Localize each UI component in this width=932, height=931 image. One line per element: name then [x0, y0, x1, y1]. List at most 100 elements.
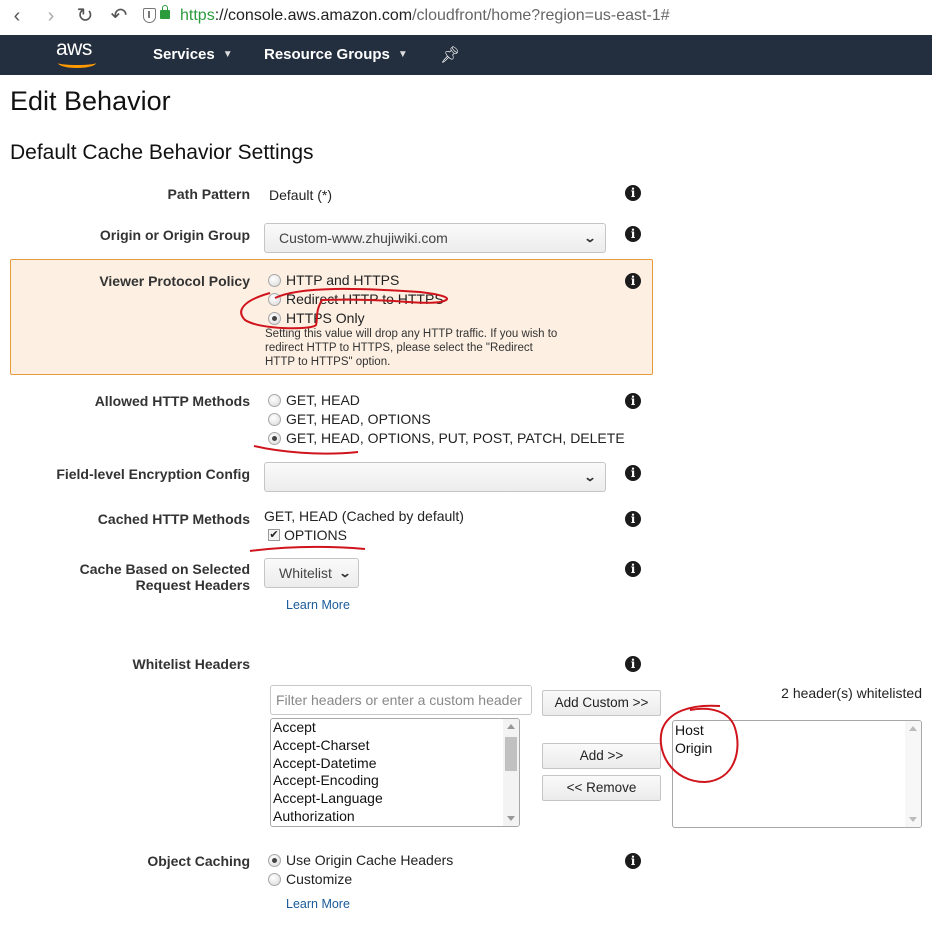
radio-button[interactable] [268, 412, 281, 426]
whitelisted-headers-list[interactable]: Host Origin [672, 720, 922, 828]
annotation-underline-methods [253, 445, 359, 455]
radio-label: GET, HEAD [286, 392, 360, 408]
cached-methods-label: Cached HTTP Methods [97, 511, 250, 527]
radio-all-methods[interactable]: GET, HEAD, OPTIONS, PUT, POST, PATCH, DE… [268, 430, 625, 446]
scroll-down-icon[interactable] [909, 817, 917, 822]
list-item[interactable]: Accept-Charset [271, 737, 519, 755]
radio-label: HTTPS Only [286, 310, 365, 326]
origin-select[interactable]: Custom-www.zhujiwiki.com ⌄ [264, 223, 606, 253]
info-icon[interactable]: i [625, 185, 641, 201]
list-item[interactable]: Origin [673, 740, 921, 758]
list-item[interactable]: Host [673, 722, 921, 740]
path-pattern-label: Path Pattern [167, 186, 250, 202]
path-pattern-value: Default (*) [269, 187, 333, 203]
radio-customize[interactable]: Customize [268, 871, 352, 887]
radio-label: Use Origin Cache Headers [286, 852, 454, 868]
info-icon[interactable]: i [625, 853, 641, 869]
cached-methods-default: GET, HEAD (Cached by default) [264, 508, 464, 524]
url-scheme: https [180, 7, 215, 24]
info-icon[interactable]: i [625, 273, 641, 289]
list-item[interactable]: Accept [271, 719, 519, 737]
scroll-thumb[interactable] [505, 737, 517, 771]
list-item[interactable]: Accept-Encoding [271, 772, 519, 790]
info-icon[interactable]: i [625, 656, 641, 672]
services-label: Services [153, 46, 215, 63]
aws-logo[interactable]: aws [56, 38, 100, 70]
viewer-protocol-label: Viewer Protocol Policy [99, 273, 250, 289]
url-path: /cloudfront/home?region=us-east-1# [412, 7, 670, 24]
info-icon[interactable]: i [625, 561, 641, 577]
add-custom-button[interactable]: Add Custom >> [542, 690, 661, 716]
cache-headers-select-value: Whitelist [279, 565, 332, 581]
list-item[interactable]: Accept-Language [271, 790, 519, 808]
radio-button-selected[interactable] [268, 853, 281, 867]
chevron-down-icon: ⌄ [338, 566, 352, 580]
aws-smile-icon [58, 58, 96, 68]
radio-redirect-http-to-https[interactable]: Redirect HTTP to HTTPS [268, 291, 444, 307]
scroll-down-icon[interactable] [507, 816, 515, 821]
info-icon[interactable]: i [625, 393, 641, 409]
back-icon[interactable]: ‹ [6, 5, 28, 27]
info-icon[interactable]: i [625, 465, 641, 481]
origin-label: Origin or Origin Group [99, 227, 250, 243]
radio-button-selected[interactable] [268, 431, 281, 445]
viewer-protocol-note: Setting this value will drop any HTTP tr… [265, 328, 558, 368]
annotation-underline-options [249, 545, 366, 552]
scrollbar[interactable] [905, 721, 921, 827]
header-filter-input[interactable] [270, 685, 532, 715]
radio-get-head[interactable]: GET, HEAD [268, 392, 360, 408]
services-menu[interactable]: Services ▼ [153, 46, 233, 63]
lock-icon[interactable] [160, 5, 170, 19]
info-icon[interactable]: i [625, 226, 641, 242]
browser-toolbar: ‹ › ↻ ↶ https://console.aws.amazon.com/c… [0, 0, 932, 34]
remove-button[interactable]: << Remove [542, 775, 661, 801]
radio-use-origin-cache-headers[interactable]: Use Origin Cache Headers [268, 852, 453, 868]
cache-headers-select[interactable]: Whitelist ⌄ [264, 558, 359, 588]
chevron-down-icon: ▼ [222, 49, 233, 60]
radio-button[interactable] [268, 273, 281, 287]
scroll-up-icon[interactable] [507, 724, 515, 729]
resource-groups-menu[interactable]: Resource Groups ▼ [264, 46, 408, 63]
chevron-down-icon: ⌄ [583, 470, 597, 484]
radio-label: HTTP and HTTPS [286, 272, 400, 288]
resource-groups-label: Resource Groups [264, 46, 390, 63]
checkbox-checked[interactable]: ✔ [268, 529, 280, 541]
scrollbar[interactable] [503, 719, 519, 826]
fle-config-select[interactable]: ⌄ [264, 462, 606, 492]
chevron-down-icon: ▼ [397, 49, 408, 60]
page-title: Edit Behavior [10, 86, 171, 116]
chevron-down-icon: ⌄ [583, 231, 597, 245]
forward-icon[interactable]: › [40, 5, 62, 27]
add-button[interactable]: Add >> [542, 743, 661, 769]
whitelisted-count: 2 header(s) whitelisted [781, 685, 922, 701]
radio-button[interactable] [268, 872, 281, 886]
radio-button-selected[interactable] [268, 311, 281, 325]
list-item[interactable]: Authorization [271, 808, 519, 826]
radio-button[interactable] [268, 393, 281, 407]
allowed-methods-label: Allowed HTTP Methods [94, 393, 250, 409]
scroll-up-icon[interactable] [909, 726, 917, 731]
aws-logo-text: aws [56, 37, 92, 60]
pin-icon[interactable]: 📌︎ [440, 45, 460, 65]
available-headers-list[interactable]: Accept Accept-Charset Accept-Datetime Ac… [270, 718, 520, 827]
undo-icon[interactable]: ↶ [108, 5, 130, 27]
shield-icon[interactable] [143, 8, 156, 23]
radio-get-head-options[interactable]: GET, HEAD, OPTIONS [268, 411, 431, 427]
radio-label: GET, HEAD, OPTIONS [286, 411, 431, 427]
cache-headers-label-line1: Cache Based on Selected [79, 561, 250, 577]
learn-more-link[interactable]: Learn More [286, 598, 350, 612]
reload-icon[interactable]: ↻ [74, 5, 96, 27]
url-host: ://console.aws.amazon.com [214, 7, 413, 24]
aws-top-nav: aws Services ▼ Resource Groups ▼ 📌︎ [0, 35, 932, 75]
radio-button[interactable] [268, 292, 281, 306]
checkbox-options[interactable]: ✔ OPTIONS [268, 527, 347, 543]
info-icon[interactable]: i [625, 511, 641, 527]
cache-headers-label-line2: Request Headers [135, 577, 250, 593]
radio-https-only[interactable]: HTTPS Only [268, 310, 365, 326]
learn-more-link[interactable]: Learn More [286, 897, 350, 911]
address-bar[interactable]: https://console.aws.amazon.com/cloudfron… [180, 7, 670, 25]
radio-http-and-https[interactable]: HTTP and HTTPS [268, 272, 399, 288]
list-item[interactable]: Accept-Datetime [271, 755, 519, 773]
origin-select-value: Custom-www.zhujiwiki.com [279, 230, 448, 246]
section-title: Default Cache Behavior Settings [10, 141, 314, 164]
